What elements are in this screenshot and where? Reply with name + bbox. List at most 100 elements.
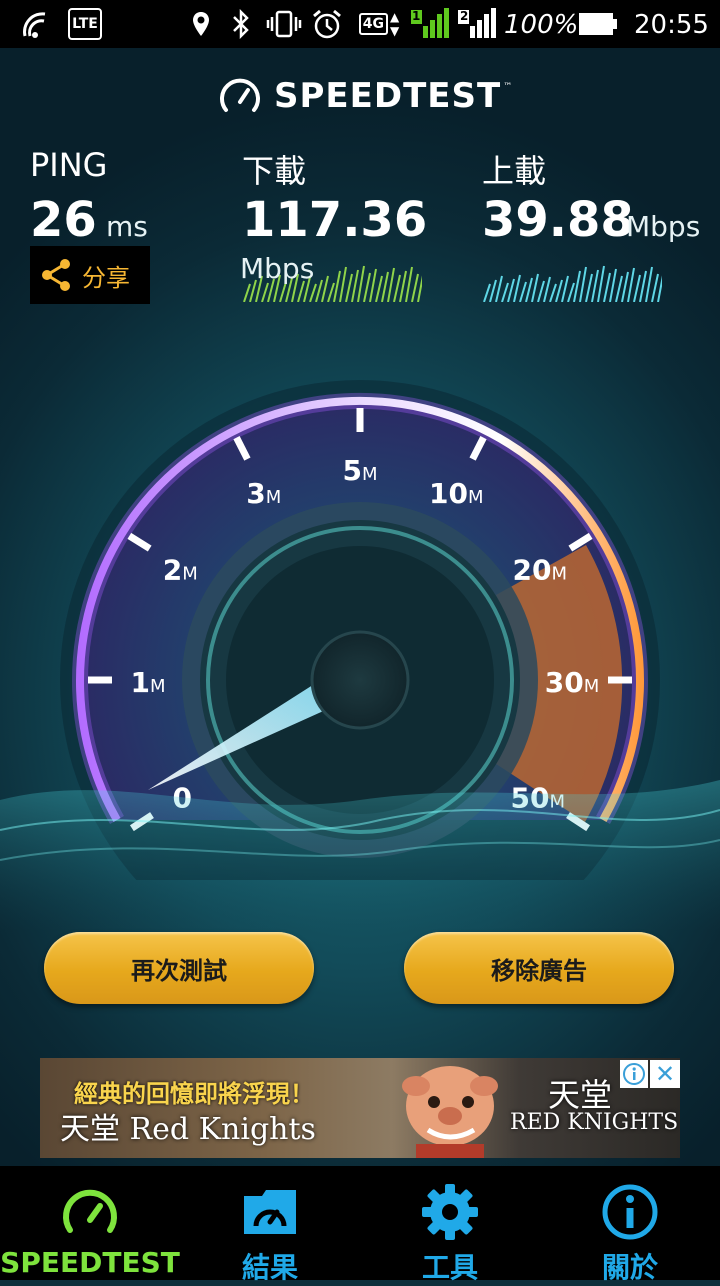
graph-stroke (603, 272, 611, 303)
gear-icon (422, 1184, 478, 1240)
graph-stroke (393, 274, 401, 303)
download-unit: Mbps (240, 252, 315, 285)
graph-stroke (507, 278, 515, 303)
graph-stroke (495, 275, 503, 303)
nav-about[interactable]: 關於 (540, 1166, 720, 1284)
graph-stroke (489, 279, 497, 303)
battery-icon (578, 8, 618, 40)
graph-stroke (327, 282, 335, 303)
info-icon (602, 1184, 658, 1240)
graph-stroke (561, 275, 569, 303)
speedtest-logo: SPEEDTEST ™ (218, 74, 512, 118)
graph-stroke (369, 268, 377, 303)
location-icon (190, 8, 212, 40)
lte-badge-text: LTE (68, 8, 102, 40)
graph-stroke (537, 280, 545, 303)
graph-stroke (573, 270, 581, 303)
ping-value: 26 (30, 192, 97, 248)
graph-stroke (333, 270, 341, 303)
share-button[interactable]: 分享 (30, 246, 150, 304)
ad-logo-line2: RED KNIGHTS (510, 1110, 679, 1135)
trademark: ™ (503, 82, 513, 92)
graph-stroke (399, 270, 407, 303)
graph-stroke (351, 269, 359, 303)
nav-tools[interactable]: 工具 (360, 1166, 540, 1284)
nav-about-label: 關於 (601, 1251, 658, 1284)
nav-results[interactable]: 結果 (180, 1166, 360, 1284)
bluetooth-icon (228, 8, 254, 40)
battery-percent: 100% (504, 10, 579, 40)
share-label: 分享 (82, 263, 130, 292)
sim1-label: 1 (412, 9, 421, 23)
ad-title: 天堂 Red Knights (60, 1112, 316, 1147)
speedometer-icon (63, 1189, 117, 1233)
bottom-nav: SPEEDTEST 結果 工具 關於 (0, 1166, 720, 1284)
remove-ads-button[interactable]: 移除廣告 (404, 932, 674, 1004)
nfc-icon (16, 8, 56, 40)
graph-stroke (549, 283, 557, 303)
clock: 20:55 (634, 10, 709, 40)
graph-stroke (627, 267, 635, 303)
graph-stroke (513, 274, 521, 303)
alarm-icon (308, 8, 346, 40)
graph-stroke (411, 273, 419, 303)
graph-stroke (405, 266, 413, 303)
graph-stroke (339, 266, 347, 303)
sim1-signal-icon: 1 (408, 8, 450, 40)
graph-stroke (555, 279, 563, 303)
retest-button[interactable]: 再次測試 (44, 932, 314, 1004)
graph-stroke (345, 273, 353, 303)
graph-stroke (309, 283, 317, 303)
logo-text: SPEEDTEST (274, 76, 502, 116)
graph-stroke (531, 273, 539, 303)
speedometer-logo-icon (220, 78, 260, 112)
nav-tools-label: 工具 (421, 1251, 478, 1284)
network-type-icon: 4G ▲ ▼ (356, 8, 402, 40)
graph-stroke (315, 279, 323, 303)
graph-stroke (261, 282, 269, 303)
ad-banner[interactable]: 經典的回憶即將浮現！ 天堂 Red Knights 天堂 RED KNIGHTS… (40, 1058, 680, 1158)
ad-info-icon[interactable] (620, 1060, 648, 1088)
graph-stroke (387, 267, 395, 303)
graph-stroke (279, 281, 287, 303)
graph-stroke (645, 266, 653, 303)
ad-close-icon[interactable]: ✕ (650, 1060, 680, 1088)
graph-stroke (597, 265, 605, 303)
graph-stroke (501, 282, 509, 303)
graph-stroke (615, 275, 623, 303)
graph-stroke (609, 268, 617, 303)
results-folder-icon (244, 1190, 296, 1234)
nav-speedtest[interactable]: SPEEDTEST (0, 1166, 180, 1280)
gauge-hub (310, 630, 410, 730)
status-bar: LTE 4G ▲ ▼ 1 2 100% 20:55 (0, 0, 720, 48)
download-value: 117.36 (242, 192, 428, 248)
graph-stroke (525, 277, 533, 303)
graph-stroke (375, 275, 383, 303)
graph-stroke (363, 272, 371, 303)
ping-unit: ms (106, 210, 148, 243)
graph-stroke (543, 276, 551, 303)
upload-unit: Mbps (626, 210, 701, 243)
wave-decoration (0, 780, 720, 930)
lte-badge-icon: LTE (68, 8, 102, 40)
nav-results-label: 結果 (241, 1251, 298, 1284)
vibrate-icon (264, 8, 304, 40)
graph-stroke (321, 275, 329, 303)
graph-stroke (651, 273, 659, 303)
graph-stroke (483, 283, 491, 303)
download-label: 下載 (242, 152, 307, 190)
ad-character-image (402, 1066, 498, 1158)
graph-stroke (579, 266, 587, 303)
graph-stroke (243, 283, 251, 303)
graph-stroke (639, 270, 647, 303)
graph-stroke (591, 269, 599, 303)
sim2-signal-icon: 2 (456, 8, 496, 40)
ping-label: PING (30, 146, 108, 184)
sim2-label: 2 (460, 9, 469, 23)
upload-graph (480, 256, 665, 303)
graph-stroke (519, 281, 527, 303)
upload-value: 39.88 (482, 192, 634, 248)
nav-speedtest-label: SPEEDTEST (0, 1246, 180, 1279)
graph-stroke (585, 273, 593, 303)
share-icon (42, 259, 70, 291)
